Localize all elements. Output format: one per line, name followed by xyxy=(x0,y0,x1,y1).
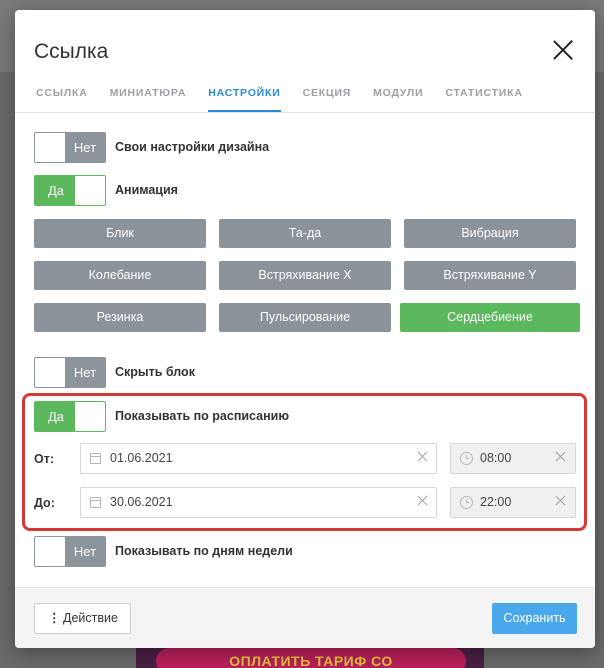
close-icon[interactable] xyxy=(551,38,575,62)
clear-icon[interactable] xyxy=(415,449,431,465)
animation-option-heartbeat[interactable]: Сердцебиение xyxy=(400,303,580,332)
animation-toggle[interactable]: Да xyxy=(34,174,106,206)
tab-statistics[interactable]: СТАТИСТИКА xyxy=(445,87,522,113)
schedule-toggle[interactable]: Да xyxy=(34,400,106,432)
schedule-to-label: До: xyxy=(34,496,55,510)
schedule-to-time-value: 22:00 xyxy=(480,495,512,509)
modal-header: Ссылка ССЫЛКА МИНИАТЮРА НАСТРОЙКИ СЕКЦИЯ… xyxy=(15,10,595,113)
hide-block-label: Скрыть блок xyxy=(115,365,195,379)
animation-option-swing[interactable]: Колебание xyxy=(34,261,206,290)
hide-block-row: Нет Скрыть блок xyxy=(34,356,195,388)
weekdays-label: Показывать по дням недели xyxy=(115,544,293,558)
clear-icon[interactable] xyxy=(553,449,569,465)
hide-block-toggle[interactable]: Нет xyxy=(34,356,106,388)
action-button-label: Действие xyxy=(63,611,118,625)
design-settings-row: Нет Свои настройки дизайна xyxy=(34,131,269,163)
tab-settings[interactable]: НАСТРОЙКИ xyxy=(208,87,281,113)
schedule-from-label: От: xyxy=(34,452,55,466)
schedule-row: Да Показывать по расписанию xyxy=(34,400,289,432)
schedule-from-date-value: 01.06.2021 xyxy=(110,451,173,465)
animation-option-shake-y[interactable]: Встряхивание Y xyxy=(404,261,576,290)
backdrop-promo-button: ОПЛАТИТЬ ТАРИФ СО xyxy=(156,648,466,668)
schedule-from-time-field[interactable]: 08:00 xyxy=(450,443,576,474)
clear-icon[interactable] xyxy=(553,493,569,509)
modal-body: Нет Свои настройки дизайна Да Анимация Б… xyxy=(15,113,595,587)
toggle-state-label: Нет xyxy=(73,364,97,380)
link-settings-modal: Ссылка ССЫЛКА МИНИАТЮРА НАСТРОЙКИ СЕКЦИЯ… xyxy=(15,10,595,648)
action-button[interactable]: ⋮ Действие xyxy=(34,603,131,634)
tab-modules[interactable]: МОДУЛИ xyxy=(373,87,423,113)
tab-bar: ССЫЛКА МИНИАТЮРА НАСТРОЙКИ СЕКЦИЯ МОДУЛИ… xyxy=(36,87,545,113)
toggle-knob xyxy=(35,132,65,162)
toggle-knob xyxy=(35,357,65,387)
tab-section[interactable]: СЕКЦИЯ xyxy=(303,87,352,113)
animation-option-tada[interactable]: Та-да xyxy=(219,219,391,248)
animation-option-blik[interactable]: Блик xyxy=(34,219,206,248)
toggle-knob xyxy=(75,401,105,431)
save-button[interactable]: Сохранить xyxy=(492,603,577,634)
schedule-to-date-value: 30.06.2021 xyxy=(110,495,173,509)
animation-option-shake-x[interactable]: Встряхивание X xyxy=(219,261,391,290)
tab-thumbnail[interactable]: МИНИАТЮРА xyxy=(110,87,187,113)
calendar-icon xyxy=(90,497,101,508)
modal-footer: ⋮ Действие Сохранить xyxy=(15,587,595,648)
toggle-state-label: Нет xyxy=(73,543,97,559)
calendar-icon xyxy=(90,453,101,464)
animation-label: Анимация xyxy=(115,183,178,197)
schedule-from-date-field[interactable]: 01.06.2021 xyxy=(80,443,437,474)
weekdays-row: Нет Показывать по дням недели xyxy=(34,535,293,567)
clock-icon xyxy=(460,496,473,509)
animation-option-rubber[interactable]: Резинка xyxy=(34,303,206,332)
modal-title: Ссылка xyxy=(34,40,109,63)
toggle-state-label: Да xyxy=(47,182,65,198)
clock-icon xyxy=(460,452,473,465)
toggle-state-label: Нет xyxy=(73,139,97,155)
tab-link[interactable]: ССЫЛКА xyxy=(36,87,88,113)
toggle-knob xyxy=(75,175,105,205)
more-vertical-icon: ⋮ xyxy=(48,611,61,625)
schedule-from-time-value: 08:00 xyxy=(480,451,512,465)
animation-row: Да Анимация xyxy=(34,174,178,206)
animation-option-vibration[interactable]: Вибрация xyxy=(404,219,576,248)
clear-icon[interactable] xyxy=(415,493,431,509)
design-settings-toggle[interactable]: Нет xyxy=(34,131,106,163)
animation-option-pulse[interactable]: Пульсирование xyxy=(219,303,391,332)
schedule-to-time-field[interactable]: 22:00 xyxy=(450,487,576,518)
schedule-to-date-field[interactable]: 30.06.2021 xyxy=(80,487,437,518)
weekdays-toggle[interactable]: Нет xyxy=(34,535,106,567)
toggle-state-label: Да xyxy=(47,408,65,424)
design-settings-label: Свои настройки дизайна xyxy=(115,140,270,154)
schedule-label: Показывать по расписанию xyxy=(115,409,290,423)
toggle-knob xyxy=(35,536,65,566)
